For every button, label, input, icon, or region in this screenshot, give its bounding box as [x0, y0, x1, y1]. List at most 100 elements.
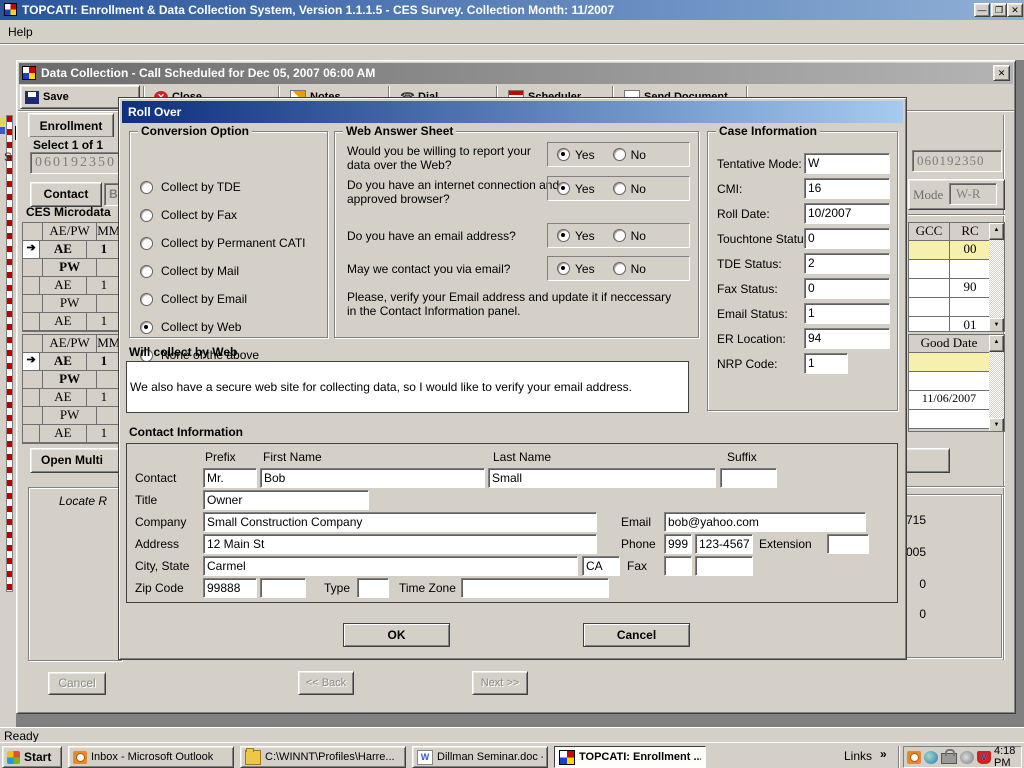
table-row[interactable]: AE 1 [23, 425, 121, 443]
taskbar-task-topcati[interactable]: TOPCATI: Enrollment ... [554, 746, 706, 768]
address-field[interactable]: 12 Main St [203, 534, 597, 554]
zip-field[interactable]: 99888 [203, 578, 257, 598]
radio-collect-by-email[interactable]: Collect by Email [140, 292, 247, 306]
scrollbar-track[interactable] [989, 352, 1004, 418]
next-button[interactable]: Next >> [472, 671, 528, 695]
table-row[interactable]: PW [23, 371, 121, 389]
type-combo[interactable] [357, 578, 389, 598]
contact-button[interactable]: Contact [30, 182, 102, 207]
maximize-button[interactable]: ❐ [991, 3, 1007, 17]
tray-volume-icon[interactable] [960, 751, 974, 764]
field-label: CMI: [717, 182, 742, 196]
radio-collect-by-web[interactable]: Collect by Web [140, 320, 241, 334]
phone-number-field[interactable]: 123-4567 [695, 534, 753, 554]
table-row[interactable]: PW [23, 407, 121, 425]
dc-cancel-button[interactable]: Cancel [48, 672, 106, 695]
taskbar-task-outlook[interactable]: Inbox - Microsoft Outlook [68, 746, 234, 768]
scroll-up-button[interactable]: ▲ [989, 335, 1004, 352]
company-field[interactable]: Small Construction Company [203, 512, 597, 532]
table-row[interactable]: ➔ AE 1 [23, 241, 121, 259]
ces-grid-2[interactable]: AE/PW MM ➔ AE 1 PW AE 1 PW AE 1 [22, 334, 122, 444]
radio-icon[interactable] [140, 265, 153, 278]
type-label: Type [324, 581, 350, 595]
radio-no[interactable] [613, 182, 626, 195]
touchtone-status-field[interactable]: 0 [804, 228, 890, 249]
radio-icon[interactable] [140, 293, 153, 306]
scroll-up-button[interactable]: ▲ [989, 223, 1004, 240]
taskbar-task-word[interactable]: Dillman Seminar.doc - Mic... [412, 746, 548, 768]
city-combo[interactable]: Carmel [203, 556, 578, 576]
radio-yes[interactable] [557, 148, 570, 161]
radio-yes[interactable] [557, 262, 570, 275]
time-zone-combo[interactable] [461, 578, 609, 598]
table-row[interactable]: AE 1 [23, 313, 121, 331]
ces-grid-1[interactable]: AE/PW MM ➔ AE 1 PW AE 1 PW AE 1 [22, 222, 122, 332]
roll-date-field[interactable]: 10/2007 [804, 203, 890, 224]
menu-help[interactable]: Help [8, 25, 33, 39]
good-date-grid[interactable]: Good Date 11/06/2007 ▲ ▼ [908, 334, 1005, 432]
open-multi-button[interactable]: Open Multi [30, 448, 122, 473]
address-row-label: Address [135, 537, 179, 551]
radio-icon[interactable] [140, 209, 153, 222]
chevron-icon[interactable]: » [880, 747, 887, 761]
case-id-field-right[interactable]: 060192350 [912, 150, 1002, 172]
radio-icon[interactable] [140, 237, 153, 250]
radio-no[interactable] [613, 262, 626, 275]
table-row[interactable]: ➔ AE 1 [23, 353, 121, 371]
tray-lock-icon[interactable] [941, 753, 957, 764]
email-field[interactable]: bob@yahoo.com [664, 512, 866, 532]
first-name-field[interactable]: Bob [260, 468, 485, 488]
suffix-field[interactable] [720, 468, 777, 488]
close-button[interactable]: ✕ [1007, 3, 1023, 17]
scroll-down-button[interactable]: ▼ [989, 418, 1004, 432]
radio-yes[interactable] [557, 229, 570, 242]
taskbar-task-folder[interactable]: C:\WINNT\Profiles\Harre... [240, 746, 406, 768]
radio-no[interactable] [613, 229, 626, 242]
back-button[interactable]: << Back [298, 671, 354, 695]
links-toolbar[interactable]: Links [844, 749, 872, 763]
start-button[interactable]: Start [2, 746, 62, 768]
dc-close-button[interactable]: ✕ [993, 65, 1010, 81]
radio-yes[interactable] [557, 182, 570, 195]
fax-number-field[interactable] [695, 556, 753, 576]
radio-collect-by-permanent-cati[interactable]: Collect by Permanent CATI [140, 236, 306, 250]
phone-area-field[interactable]: 999 [664, 534, 692, 554]
table-row[interactable]: PW [23, 295, 121, 313]
radio-icon[interactable] [140, 181, 153, 194]
tde-status-field[interactable]: 2 [804, 253, 890, 274]
extension-field[interactable] [827, 534, 869, 554]
gcc-rc-grid[interactable]: GCC RC 00 90 01 ▲ ▼ [908, 222, 1005, 332]
partial-button-fragment[interactable] [900, 448, 950, 473]
prefix-field[interactable]: Mr. [203, 468, 257, 488]
tray-network-icon[interactable] [924, 751, 938, 764]
cmi-field[interactable]: 16 [804, 178, 890, 199]
radio-icon[interactable] [140, 321, 153, 334]
radio-collect-by-tde[interactable]: Collect by TDE [140, 180, 241, 194]
last-name-field[interactable]: Small [488, 468, 716, 488]
zip4-field[interactable] [260, 578, 306, 598]
radio-no[interactable] [613, 148, 626, 161]
tray-clock-time[interactable]: 4:18 PM [994, 745, 1021, 768]
scroll-down-button[interactable]: ▼ [989, 318, 1004, 332]
table-row[interactable]: PW [23, 259, 121, 277]
minimize-button[interactable]: — [974, 3, 990, 17]
fax-area-field[interactable] [664, 556, 692, 576]
contact-information-title: Contact Information [129, 425, 243, 439]
ok-button[interactable]: OK [343, 623, 450, 647]
er-location-field[interactable]: 94 [804, 328, 890, 349]
tray-antivirus-icon[interactable] [977, 751, 991, 764]
tab-enrollment[interactable]: Enrollment [28, 113, 114, 137]
scrollbar-track[interactable] [989, 240, 1004, 318]
table-row[interactable]: AE 1 [23, 389, 121, 407]
fax-status-field[interactable]: 0 [804, 278, 890, 299]
radio-collect-by-mail[interactable]: Collect by Mail [140, 264, 239, 278]
state-combo[interactable]: CA [582, 556, 620, 576]
dialog-cancel-button[interactable]: Cancel [583, 623, 690, 647]
radio-collect-by-fax[interactable]: Collect by Fax [140, 208, 237, 222]
tray-clock-icon[interactable] [907, 751, 921, 764]
title-field[interactable]: Owner [203, 490, 369, 510]
email-status-field[interactable]: 1 [804, 303, 890, 324]
nrp-code-combo[interactable]: 1 [804, 353, 848, 374]
table-row[interactable]: AE 1 [23, 277, 121, 295]
tentative-mode-field[interactable]: W [804, 153, 890, 174]
